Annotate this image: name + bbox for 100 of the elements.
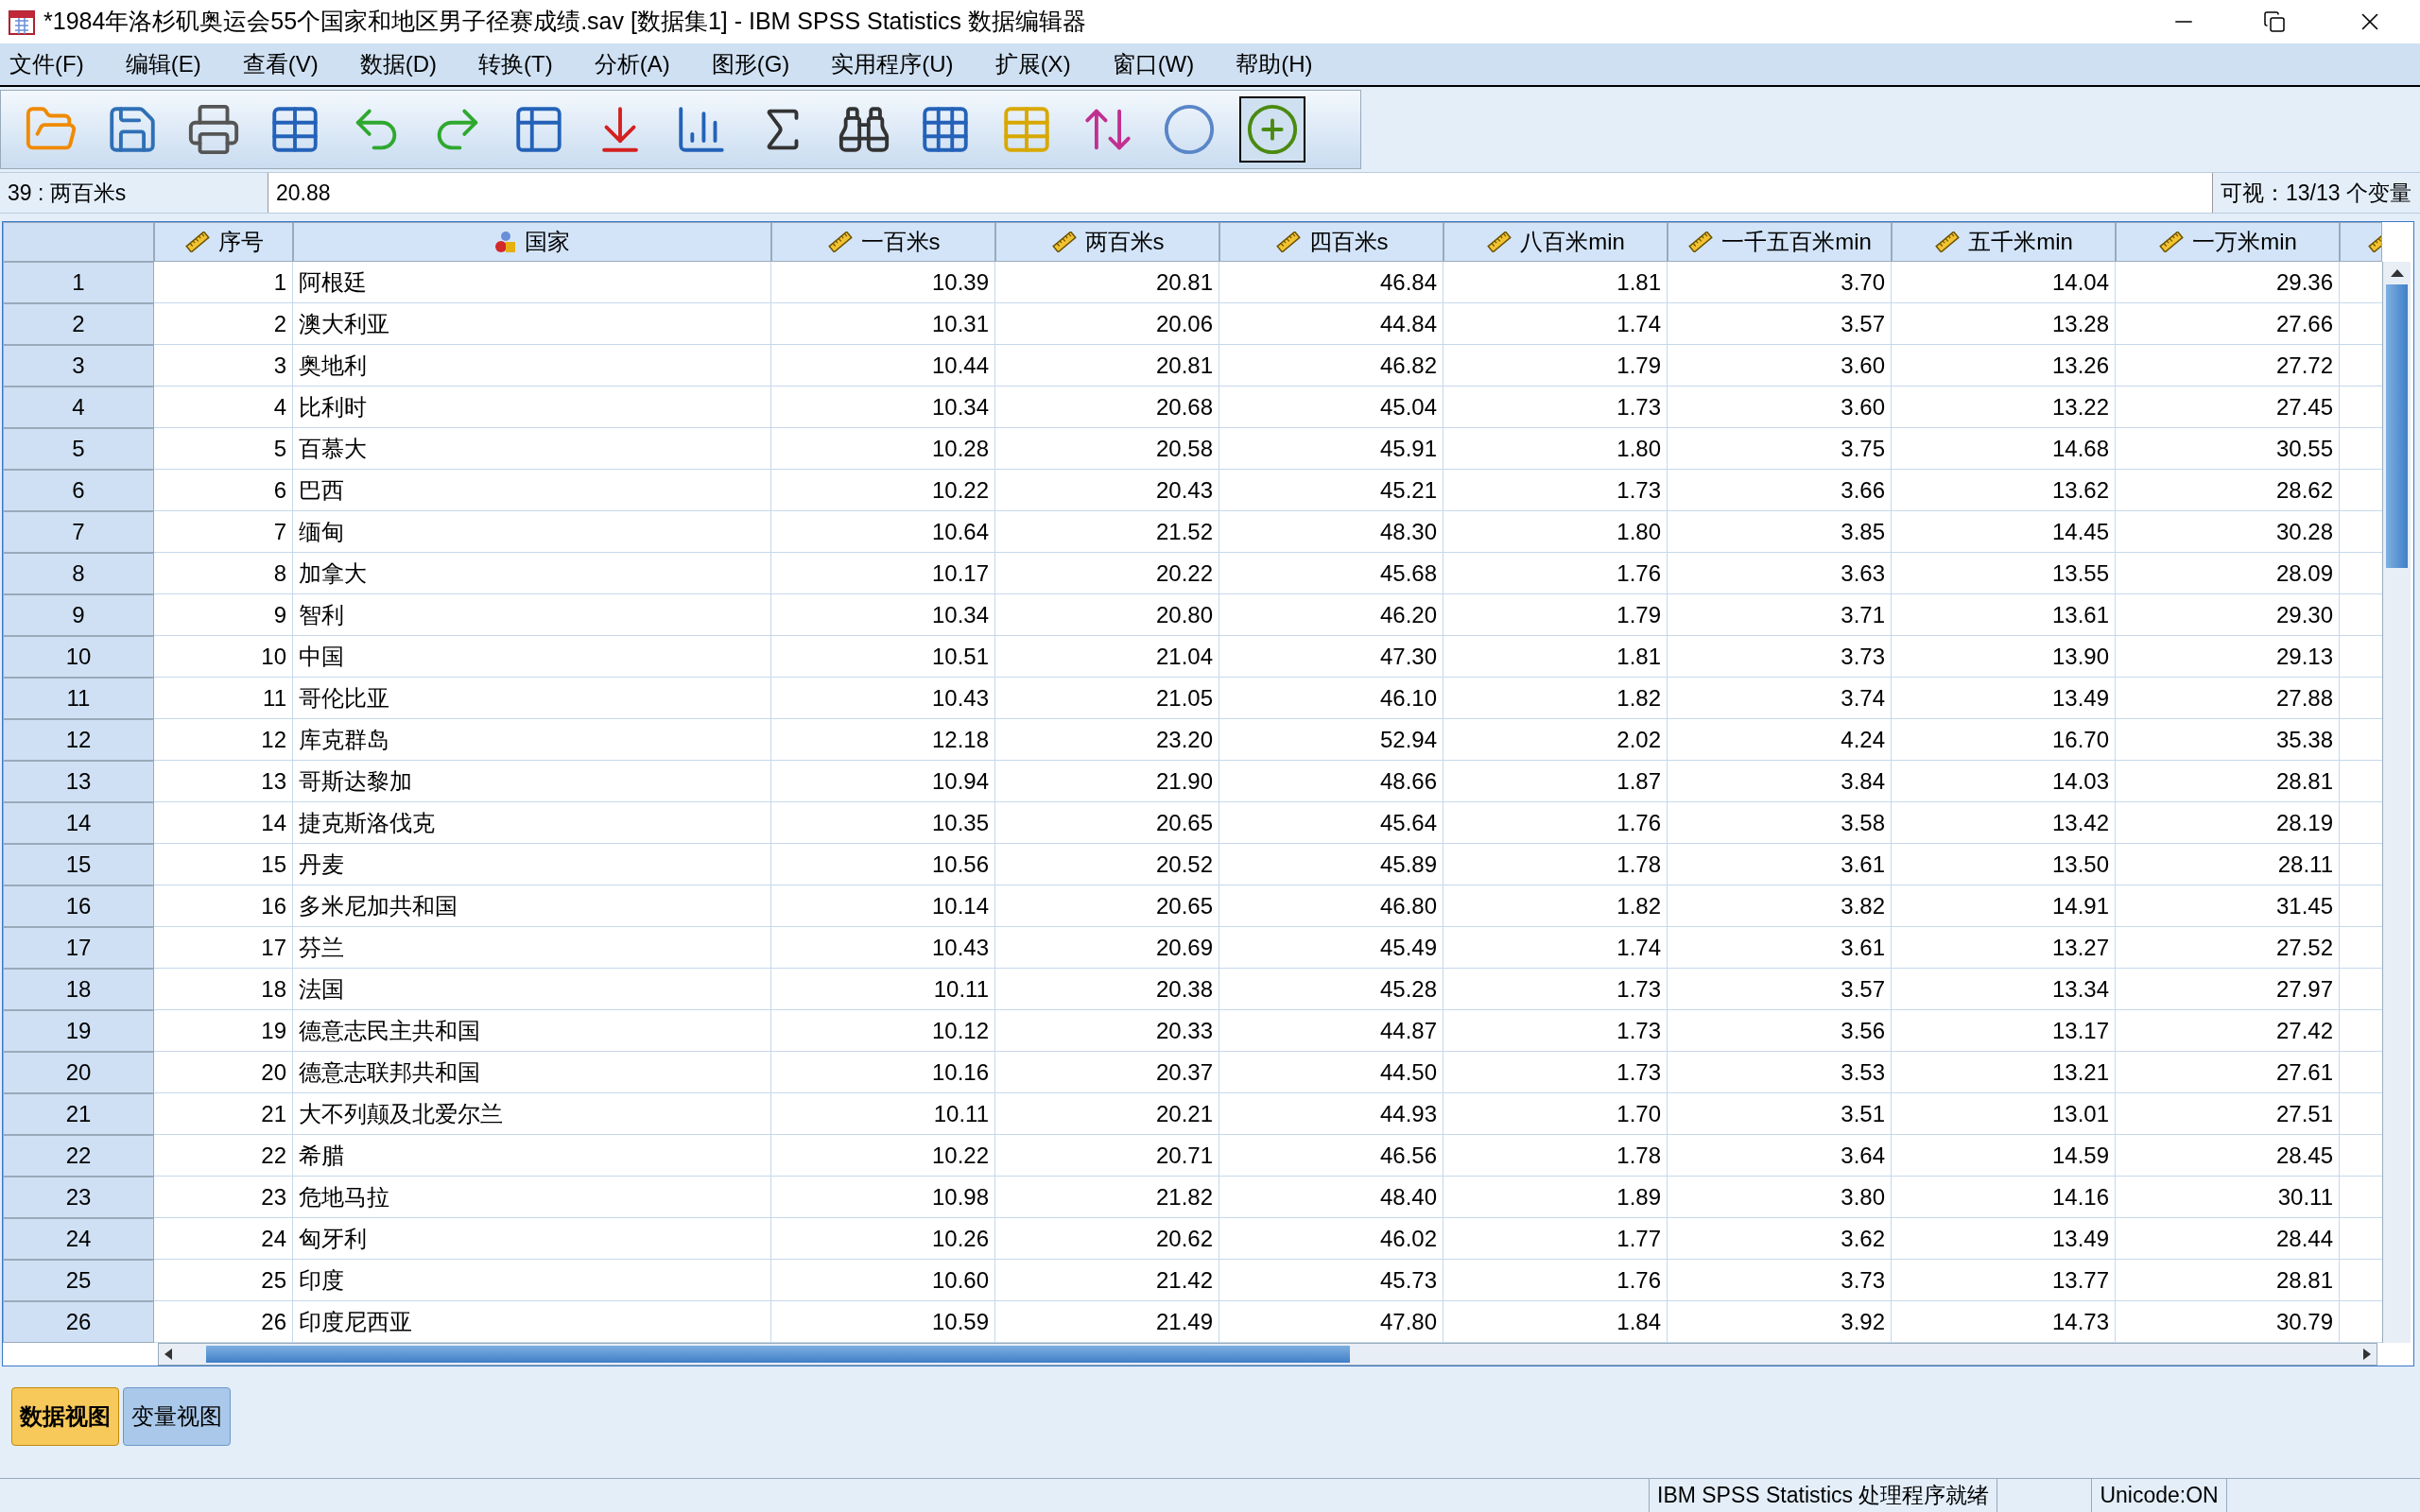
column-header[interactable]: 八百米min [1443, 222, 1668, 262]
menu-item[interactable]: 分析(A) [584, 47, 680, 81]
plus-icon[interactable] [1245, 102, 1300, 157]
table-cell: 6 [154, 470, 293, 511]
row-header[interactable]: 18 [3, 969, 154, 1010]
column-header[interactable]: 国家 [293, 222, 771, 262]
row-header[interactable]: 12 [3, 719, 154, 761]
table-cell: 3.82 [1668, 885, 1892, 927]
table-cell: 5 [154, 428, 293, 470]
row-header[interactable]: 23 [3, 1177, 154, 1218]
table-cell: 46.10 [1219, 678, 1443, 719]
row-header[interactable]: 13 [3, 761, 154, 802]
table-cell: 10.44 [771, 345, 995, 387]
table-cell: 28.62 [2116, 470, 2340, 511]
table-cell: 10.14 [771, 885, 995, 927]
row-header[interactable]: 26 [3, 1301, 154, 1343]
table-cell: 哥斯达黎加 [293, 761, 771, 802]
menu-item[interactable]: 图形(G) [701, 47, 800, 81]
row-header[interactable]: 6 [3, 470, 154, 511]
table-cell: 1.80 [1443, 511, 1668, 553]
row-header[interactable]: 5 [3, 428, 154, 470]
row-header[interactable]: 7 [3, 511, 154, 553]
column-header[interactable] [2340, 222, 2382, 262]
table-cell: 27.45 [2116, 387, 2340, 428]
table-cell: 3.63 [1668, 553, 1892, 594]
table-cell: 10.98 [771, 1177, 995, 1218]
column-header[interactable]: 五千米min [1892, 222, 2116, 262]
table-cell: 46.84 [1219, 262, 1443, 303]
menu-item[interactable]: 实用程序(U) [821, 47, 963, 81]
row-header[interactable]: 9 [3, 594, 154, 636]
menu-item[interactable]: 扩展(X) [985, 47, 1080, 81]
row-header[interactable]: 8 [3, 553, 154, 594]
table-cell: 47.30 [1219, 636, 1443, 678]
view-tab[interactable]: 数据视图 [11, 1387, 119, 1446]
printer-icon[interactable] [186, 102, 241, 157]
row-header[interactable]: 16 [3, 885, 154, 927]
row-header[interactable]: 24 [3, 1218, 154, 1260]
table-cell: 大不列颠及北爱尔兰 [293, 1093, 771, 1135]
table-cell: 1.73 [1443, 1010, 1668, 1052]
table-cell: 13.27 [1892, 927, 2116, 969]
menu-item[interactable]: 编辑(E) [115, 47, 211, 81]
table-cell: 加拿大 [293, 553, 771, 594]
table-cell: 1.89 [1443, 1177, 1668, 1218]
menu-item[interactable]: 窗口(W) [1102, 47, 1204, 81]
menu-item[interactable]: 文件(F) [0, 47, 94, 81]
table-cell: 奥地利 [293, 345, 771, 387]
view-tab[interactable]: 变量视图 [123, 1387, 231, 1446]
column-header[interactable]: 四百米s [1219, 222, 1443, 262]
menu-item[interactable]: 数据(D) [350, 47, 446, 81]
row-header[interactable]: 14 [3, 802, 154, 844]
table-cell: 3.84 [1668, 761, 1892, 802]
table-cell: 20.43 [995, 470, 1219, 511]
row-header[interactable]: 20 [3, 1052, 154, 1093]
table-cell: 3.85 [1668, 511, 1892, 553]
table-cell: 30.28 [2116, 511, 2340, 553]
row-header[interactable]: 17 [3, 927, 154, 969]
table-cell: 14 [154, 802, 293, 844]
menu-item[interactable]: 转换(T) [469, 47, 562, 81]
row-header[interactable]: 21 [3, 1093, 154, 1135]
column-header[interactable]: 序号 [154, 222, 293, 262]
column-header[interactable]: 两百米s [995, 222, 1219, 262]
visible-variables-count: 可视：13/13 个变量 [2212, 173, 2420, 213]
table-cell: 28.11 [2116, 844, 2340, 885]
table-cell: 10 [154, 636, 293, 678]
table-cell: 44.50 [1219, 1052, 1443, 1093]
table-cell: 44.84 [1219, 303, 1443, 345]
column-header[interactable]: 一万米min [2116, 222, 2340, 262]
table-cell: 46.20 [1219, 594, 1443, 636]
table-cell: 1.76 [1443, 1260, 1668, 1301]
menu-item[interactable]: 查看(V) [233, 47, 328, 81]
table-cell: 3.53 [1668, 1052, 1892, 1093]
restore-icon[interactable] [2263, 10, 2286, 33]
row-header[interactable]: 3 [3, 345, 154, 387]
row-header[interactable]: 4 [3, 387, 154, 428]
table-cell: 2.02 [1443, 719, 1668, 761]
row-header[interactable]: 25 [3, 1260, 154, 1301]
table-cell: 1.81 [1443, 262, 1668, 303]
table-cell: 30.11 [2116, 1177, 2340, 1218]
row-header[interactable]: 10 [3, 636, 154, 678]
table-cell: 3.73 [1668, 636, 1892, 678]
column-header[interactable]: 一千五百米min [1668, 222, 1892, 262]
cell-reference: 39 : 两百米s [0, 173, 268, 213]
menu-item[interactable]: 帮助(H) [1226, 47, 1322, 81]
table-cell: 3.57 [1668, 303, 1892, 345]
table-cell: 52.94 [1219, 719, 1443, 761]
row-header[interactable]: 15 [3, 844, 154, 885]
row-header[interactable]: 22 [3, 1135, 154, 1177]
vertical-scrollbar-thumb[interactable] [2386, 284, 2408, 568]
cell-value-field[interactable]: 20.88 [268, 173, 2212, 213]
row-header[interactable]: 1 [3, 262, 154, 303]
table-cell: 20.22 [995, 553, 1219, 594]
row-header[interactable]: 11 [3, 678, 154, 719]
column-header[interactable]: 一百米s [771, 222, 995, 262]
table-cell: 10.34 [771, 387, 995, 428]
table-cell: 29.30 [2116, 594, 2340, 636]
horizontal-scrollbar-thumb[interactable] [206, 1346, 1350, 1363]
table-cell: 20.58 [995, 428, 1219, 470]
row-header[interactable]: 2 [3, 303, 154, 345]
table-cell: 46.82 [1219, 345, 1443, 387]
row-header[interactable]: 19 [3, 1010, 154, 1052]
